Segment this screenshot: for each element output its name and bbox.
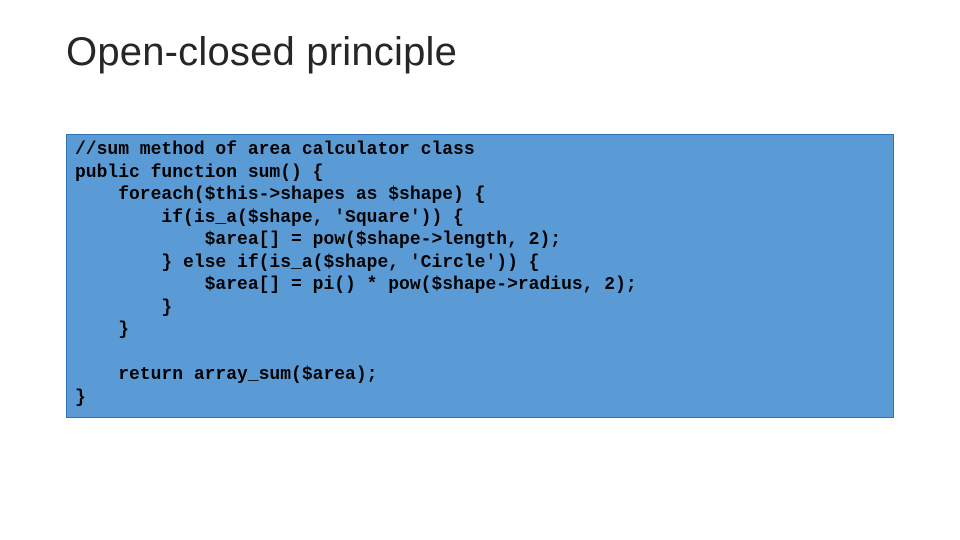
code-block: //sum method of area calculator class pu… [66, 134, 894, 418]
code-text: //sum method of area calculator class pu… [75, 139, 885, 409]
slide: Open-closed principle //sum method of ar… [0, 0, 960, 540]
slide-title: Open-closed principle [66, 30, 457, 75]
